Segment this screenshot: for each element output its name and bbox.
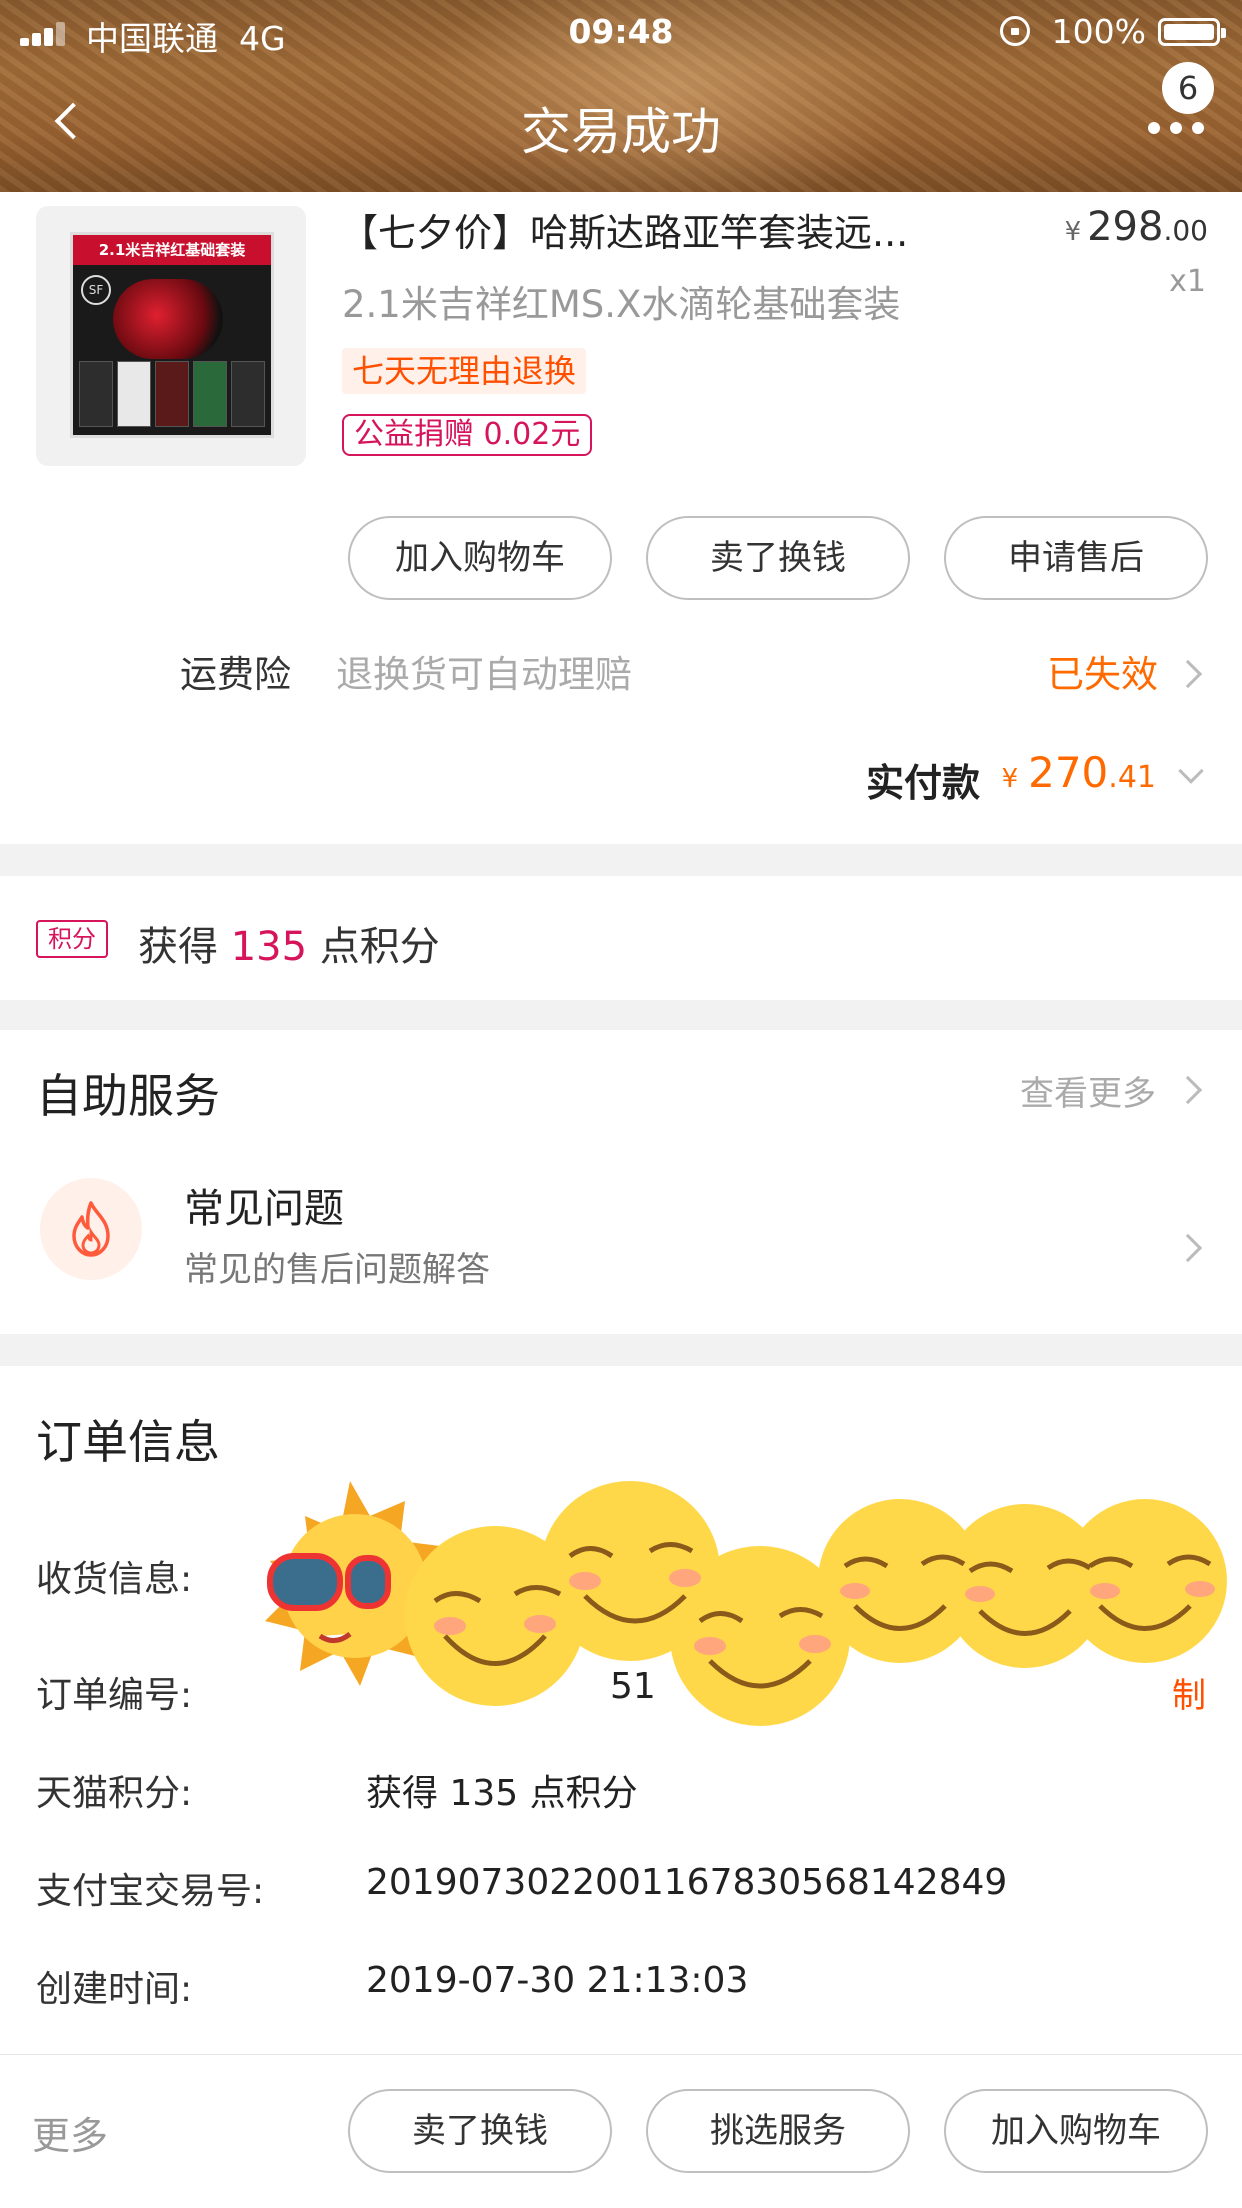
view-more-link[interactable]: 查看更多 [1020,1066,1156,1115]
created-time-label: 创建时间: [36,1969,193,2010]
thumb-banner: 2.1米吉祥红基础套装 [73,235,271,265]
header: 中国联通 4G 09:48 100% 交易成功 6 [0,0,1242,192]
chevron-down-icon[interactable] [1178,758,1204,784]
battery-icon [1158,18,1226,46]
sf-logo: SF [81,275,111,305]
created-time-value: 2019-07-30 21:13:03 [366,1960,749,2001]
battery-percent: 100% [1051,12,1146,51]
rotation-lock-icon [1000,16,1030,46]
paid-label: 实付款 [865,761,980,805]
chevron-right-icon[interactable] [1173,1233,1203,1263]
product-quantity: x1 [1169,264,1206,299]
shipping-insurance-status[interactable]: 已失效 [1047,644,1158,698]
bottom-action-bar: 更多 卖了换钱 挑选服务 加入购物车 [0,2054,1242,2208]
tmall-points-value: 获得 135 点积分 [366,1773,638,1814]
receiver-label: 收货信息: [36,1559,193,1600]
points-text: 获得 135 点积分 [138,924,440,970]
product-sku: 2.1米吉祥红MS.X水滴轮基础套装 [342,283,901,326]
smirk-emoji-group [405,1481,1227,1726]
more-menu-icon[interactable] [1148,112,1208,142]
points-card: 积分 获得 135 点积分 [0,876,1242,1000]
add-to-cart-button[interactable]: 加入购物车 [348,516,612,600]
points-icon: 积分 [36,920,108,958]
after-sale-button[interactable]: 申请售后 [944,516,1208,600]
chevron-right-icon[interactable] [1173,1075,1203,1105]
emoji-sticker-overlay [265,1481,1227,1726]
status-bar: 中国联通 4G 09:48 100% [0,0,1242,64]
self-service-title: 自助服务 [36,1069,220,1123]
paid-amount: ¥270.41 [1001,748,1156,797]
product-thumbnail[interactable]: 2.1米吉祥红基础套装 SF [36,206,306,466]
pick-service-button[interactable]: 挑选服务 [646,2089,910,2173]
return-policy-tag: 七天无理由退换 [342,348,587,394]
order-number-label: 订单编号: [36,1675,193,1716]
more-actions-link[interactable]: 更多 [32,2105,108,2160]
resell-button[interactable]: 卖了换钱 [348,2089,612,2173]
faq-subtitle: 常见的售后问题解答 [184,1250,490,1290]
flame-icon [40,1178,142,1280]
product-card: 2.1米吉祥红基础套装 SF 【七夕价】哈斯达路亚竿套装远... 2.1米吉祥红… [0,192,1242,844]
resell-button[interactable]: 卖了换钱 [646,516,910,600]
product-image: 2.1米吉祥红基础套装 SF [70,232,274,438]
charity-tag: 公益捐赠 0.02元 [342,414,593,456]
chevron-right-icon[interactable] [1173,659,1203,689]
message-count-badge[interactable]: 6 [1162,62,1214,114]
alipay-trade-label: 支付宝交易号: [36,1871,265,1912]
shipping-insurance-desc: 退换货可自动理赔 [336,653,632,696]
faq-title[interactable]: 常见问题 [184,1176,344,1234]
shipping-insurance-label: 运费险 [180,653,291,696]
product-title[interactable]: 【七夕价】哈斯达路亚竿套装远... [340,202,980,257]
accessory-grid [79,361,265,427]
page-title: 交易成功 [521,103,721,161]
tmall-points-label: 天猫积分: [36,1773,193,1814]
self-service-card: 自助服务 查看更多 常见问题 常见的售后问题解答 [0,1030,1242,1334]
fishing-reel-image [113,279,223,359]
add-to-cart-button[interactable]: 加入购物车 [944,2089,1208,2173]
alipay-trade-value: 2019073022001167830568142849 [366,1862,1008,1903]
order-info-title: 订单信息 [36,1415,220,1469]
product-price: ¥298.00 [1064,204,1208,250]
